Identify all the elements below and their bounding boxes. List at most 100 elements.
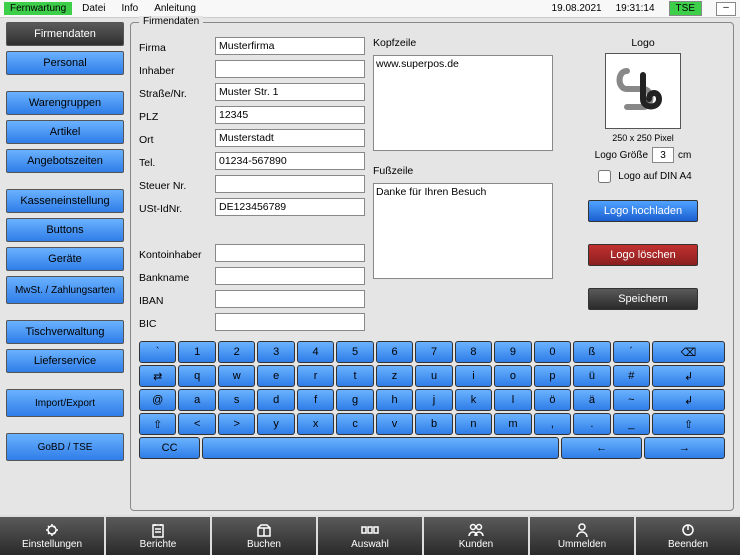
key-,[interactable]: , [534, 413, 571, 435]
key-~[interactable]: ~ [613, 389, 650, 411]
key-y[interactable]: y [257, 413, 294, 435]
textarea-kopfzeile[interactable]: www.superpos.de [373, 55, 553, 151]
key-q[interactable]: q [178, 365, 215, 387]
checkbox-logo-dina4[interactable] [598, 170, 611, 183]
key-s[interactable]: s [218, 389, 255, 411]
key-7[interactable]: 7 [415, 341, 452, 363]
menu-datei[interactable]: Datei [76, 3, 111, 14]
bottombar-einstellungen[interactable]: Einstellungen [0, 517, 106, 555]
input-iban[interactable] [215, 290, 365, 308]
key-p[interactable]: p [534, 365, 571, 387]
key-t[interactable]: t [336, 365, 373, 387]
logo-preview[interactable] [605, 53, 681, 129]
textarea-fusszeile[interactable]: Danke für Ihren Besuch [373, 183, 553, 279]
key-m[interactable]: m [494, 413, 531, 435]
key-c[interactable]: c [336, 413, 373, 435]
input-logo-size[interactable] [652, 147, 674, 163]
key-i[interactable]: i [455, 365, 492, 387]
key-w[interactable]: w [218, 365, 255, 387]
key-right[interactable]: → [644, 437, 725, 459]
key-enter[interactable]: ↲ [652, 365, 725, 387]
key-u[interactable]: u [415, 365, 452, 387]
key-ß[interactable]: ß [573, 341, 610, 363]
input-ort[interactable] [215, 129, 365, 147]
button-logo-delete[interactable]: Logo löschen [588, 244, 698, 266]
input-kontoinhaber[interactable] [215, 244, 365, 262]
key-e[interactable]: e [257, 365, 294, 387]
key-1[interactable]: 1 [178, 341, 215, 363]
key-ü[interactable]: ü [573, 365, 610, 387]
key-o[interactable]: o [494, 365, 531, 387]
key-3[interactable]: 3 [257, 341, 294, 363]
key-5[interactable]: 5 [336, 341, 373, 363]
key-´[interactable]: ´ [613, 341, 650, 363]
button-logo-upload[interactable]: Logo hochladen [588, 200, 698, 222]
input-plz[interactable] [215, 106, 365, 124]
key-enter2[interactable]: ↲ [652, 389, 725, 411]
key-.[interactable]: . [573, 413, 610, 435]
key-#[interactable]: # [613, 365, 650, 387]
minimize-button[interactable]: – [716, 2, 736, 16]
key-f[interactable]: f [297, 389, 334, 411]
key-2[interactable]: 2 [218, 341, 255, 363]
key-cc[interactable]: CC [139, 437, 200, 459]
sidebar-item-2[interactable]: Warengruppen [6, 91, 124, 115]
key-<[interactable]: < [178, 413, 215, 435]
key-`[interactable]: ` [139, 341, 176, 363]
key-z[interactable]: z [376, 365, 413, 387]
sidebar-item-8[interactable]: MwSt. / Zahlungsarten [6, 276, 124, 304]
key-k[interactable]: k [455, 389, 492, 411]
key-backspace[interactable]: ⌫ [652, 341, 725, 363]
bottombar-kunden[interactable]: Kunden [424, 517, 530, 555]
key-_[interactable]: _ [613, 413, 650, 435]
sidebar-item-5[interactable]: Kasseneinstellung [6, 189, 124, 213]
input-bankname[interactable] [215, 267, 365, 285]
key-b[interactable]: b [415, 413, 452, 435]
sidebar-item-0[interactable]: Firmendaten [6, 22, 124, 46]
key-shift-l[interactable]: ⇧ [139, 413, 176, 435]
bottombar-buchen[interactable]: Buchen [212, 517, 318, 555]
key-8[interactable]: 8 [455, 341, 492, 363]
key-9[interactable]: 9 [494, 341, 531, 363]
key-l[interactable]: l [494, 389, 531, 411]
input-strasse[interactable] [215, 83, 365, 101]
tse-badge[interactable]: TSE [669, 1, 702, 16]
input-tel[interactable] [215, 152, 365, 170]
sidebar-item-12[interactable]: GoBD / TSE [6, 433, 124, 461]
menu-info[interactable]: Info [116, 3, 145, 14]
input-inhaber[interactable] [215, 60, 365, 78]
key-a[interactable]: a [178, 389, 215, 411]
key-ä[interactable]: ä [573, 389, 610, 411]
bottombar-berichte[interactable]: Berichte [106, 517, 212, 555]
sidebar-item-3[interactable]: Artikel [6, 120, 124, 144]
key->[interactable]: > [218, 413, 255, 435]
key-6[interactable]: 6 [376, 341, 413, 363]
bottombar-ummelden[interactable]: Ummelden [530, 517, 636, 555]
sidebar-item-6[interactable]: Buttons [6, 218, 124, 242]
key-left[interactable]: ← [561, 437, 642, 459]
fernwartung-button[interactable]: Fernwartung [4, 2, 72, 15]
sidebar-item-9[interactable]: Tischverwaltung [6, 320, 124, 344]
key-d[interactable]: d [257, 389, 294, 411]
key-g[interactable]: g [336, 389, 373, 411]
input-bic[interactable] [215, 313, 365, 331]
sidebar-item-1[interactable]: Personal [6, 51, 124, 75]
key-ö[interactable]: ö [534, 389, 571, 411]
key-space[interactable] [202, 437, 559, 459]
key-0[interactable]: 0 [534, 341, 571, 363]
sidebar-item-10[interactable]: Lieferservice [6, 349, 124, 373]
key-x[interactable]: x [297, 413, 334, 435]
key-@[interactable]: @ [139, 389, 176, 411]
bottombar-beenden[interactable]: Beenden [636, 517, 740, 555]
key-j[interactable]: j [415, 389, 452, 411]
key-r[interactable]: r [297, 365, 334, 387]
key-tab[interactable]: ⇄ [139, 365, 176, 387]
input-steuer[interactable] [215, 175, 365, 193]
key-h[interactable]: h [376, 389, 413, 411]
input-ust[interactable] [215, 198, 365, 216]
sidebar-item-4[interactable]: Angebotszeiten [6, 149, 124, 173]
menu-anleitung[interactable]: Anleitung [148, 3, 202, 14]
key-v[interactable]: v [376, 413, 413, 435]
sidebar-item-11[interactable]: Import/Export [6, 389, 124, 417]
key-4[interactable]: 4 [297, 341, 334, 363]
